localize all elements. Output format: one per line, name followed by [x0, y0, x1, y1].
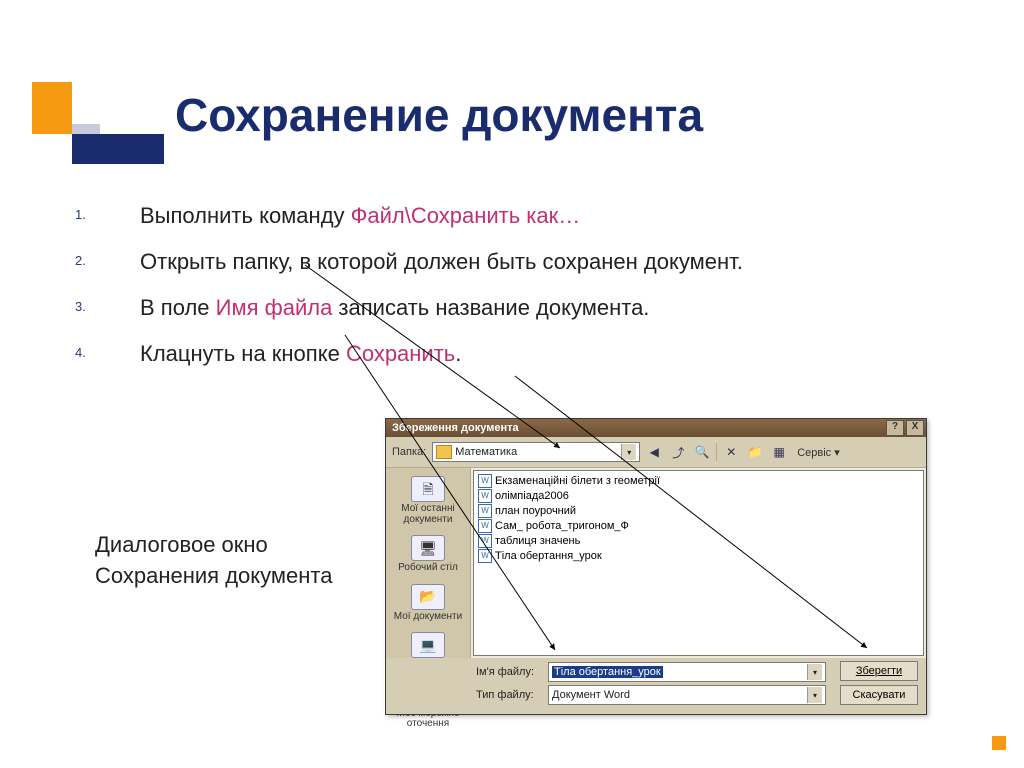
filetype-combo[interactable]: Документ Word ▾ [548, 685, 826, 705]
deco-square-orange [32, 82, 72, 134]
chevron-down-icon[interactable]: ▾ [621, 444, 636, 460]
new-folder-icon[interactable]: 📁 [745, 442, 765, 462]
deco-corner-square [992, 736, 1006, 750]
file-list[interactable]: WЕкзаменаційні білети з геометрії Wолімп… [473, 470, 924, 656]
word-doc-icon: W [478, 504, 492, 518]
steps-list: Выполнить команду Файл\Сохранить как… От… [130, 200, 930, 384]
chevron-down-icon[interactable]: ▾ [807, 664, 822, 680]
dialog-titlebar[interactable]: Збереження документа ? X [386, 419, 926, 437]
search-icon[interactable]: 🔍 [692, 442, 712, 462]
save-as-dialog: Збереження документа ? X Папка: Математи… [385, 418, 927, 715]
desktop-icon: 🖥 [411, 535, 445, 561]
cancel-button[interactable]: Скасувати [840, 685, 918, 705]
sidebar-recent-label: Мої останні документи [401, 503, 454, 525]
file-name: Сам_ робота_тригоном_Ф [495, 520, 629, 532]
slide-title: Сохранение документа [175, 88, 703, 142]
sidebar-mydocs[interactable]: 📂Мої документи [386, 580, 470, 627]
mycomp-icon: 💻 [411, 632, 445, 658]
caption-line-1: Диалоговое окно [95, 530, 332, 561]
views-icon[interactable]: ▦ [769, 442, 789, 462]
word-doc-icon: W [478, 549, 492, 563]
step-4-text-c: . [455, 341, 461, 366]
folder-combo[interactable]: Математика ▾ [432, 442, 640, 462]
word-doc-icon: W [478, 474, 492, 488]
step-1-command: Файл\Сохранить как… [351, 203, 581, 228]
step-2: Открыть папку, в которой должен быть сох… [130, 246, 930, 278]
deco-square-navy [72, 134, 164, 164]
folder-icon [436, 445, 452, 459]
delete-icon[interactable]: ✕ [721, 442, 741, 462]
step-1-text: Выполнить команду [140, 203, 351, 228]
dialog-title: Збереження документа [392, 422, 519, 434]
step-3-filename-field: Имя файла [216, 295, 333, 320]
step-3-text-a: В поле [140, 295, 216, 320]
file-item[interactable]: WСам_ робота_тригоном_Ф [478, 518, 919, 533]
file-name: Екзаменаційні білети з геометрії [495, 475, 660, 487]
word-doc-icon: W [478, 489, 492, 503]
help-button[interactable]: ? [886, 420, 904, 436]
dialog-bottom: Ім'я файлу: Тіла обертання_урок ▾ Тип фа… [386, 658, 926, 714]
filetype-value: Документ Word [552, 689, 630, 701]
step-3: В поле Имя файла записать название докум… [130, 292, 930, 324]
close-button[interactable]: X [906, 420, 924, 436]
step-4-text-a: Клацнуть на кнопке [140, 341, 346, 366]
chevron-down-icon[interactable]: ▾ [807, 687, 822, 703]
file-name: олімпіада2006 [495, 490, 569, 502]
step-4-save-word: Сохранить [346, 341, 455, 366]
step-1: Выполнить команду Файл\Сохранить как… [130, 200, 930, 232]
word-doc-icon: W [478, 534, 492, 548]
file-item[interactable]: Wолімпіада2006 [478, 488, 919, 503]
file-item[interactable]: WТіла обертання_урок [478, 548, 919, 563]
places-sidebar: 🗎Мої останні документи 🖥Робочий стіл 📂Мо… [386, 468, 471, 658]
save-button[interactable]: Зберегти [840, 661, 918, 681]
word-doc-icon: W [478, 519, 492, 533]
mydocs-icon: 📂 [411, 584, 445, 610]
filename-label: Ім'я файлу: [476, 666, 544, 678]
filename-value: Тіла обертання_урок [552, 666, 663, 678]
service-label: Сервіс [797, 447, 831, 459]
sidebar-recent[interactable]: 🗎Мої останні документи [386, 472, 470, 529]
caption-line-2: Сохранения документа [95, 561, 332, 592]
toolbar-separator [716, 443, 717, 461]
folder-label: Папка: [392, 446, 426, 458]
file-name: план поурочний [495, 505, 576, 517]
file-item[interactable]: Wплан поурочний [478, 503, 919, 518]
current-folder-name: Математика [455, 446, 517, 458]
sidebar-mydocs-label: Мої документи [394, 611, 462, 622]
up-icon[interactable]: ⤴ [668, 442, 688, 462]
recent-icon: 🗎 [411, 476, 445, 502]
step-4: Клацнуть на кнопке Сохранить. [130, 338, 930, 370]
sidebar-desktop-label: Робочий стіл [398, 562, 458, 573]
back-icon[interactable]: ◀ [644, 442, 664, 462]
filetype-label: Тип файлу: [476, 689, 544, 701]
sidebar-desktop[interactable]: 🖥Робочий стіл [386, 531, 470, 578]
dialog-toolbar: Папка: Математика ▾ ◀ ⤴ 🔍 ✕ 📁 ▦ Сервіс ▾ [386, 437, 926, 468]
step-3-text-c: записать название документа. [332, 295, 649, 320]
service-menu[interactable]: Сервіс ▾ [797, 446, 840, 459]
file-name: Тіла обертання_урок [495, 550, 602, 562]
file-item[interactable]: Wтаблиця значень [478, 533, 919, 548]
file-item[interactable]: WЕкзаменаційні білети з геометрії [478, 473, 919, 488]
file-name: таблиця значень [495, 535, 580, 547]
filename-input[interactable]: Тіла обертання_урок ▾ [548, 662, 826, 682]
dialog-caption: Диалоговое окно Сохранения документа [95, 530, 332, 592]
